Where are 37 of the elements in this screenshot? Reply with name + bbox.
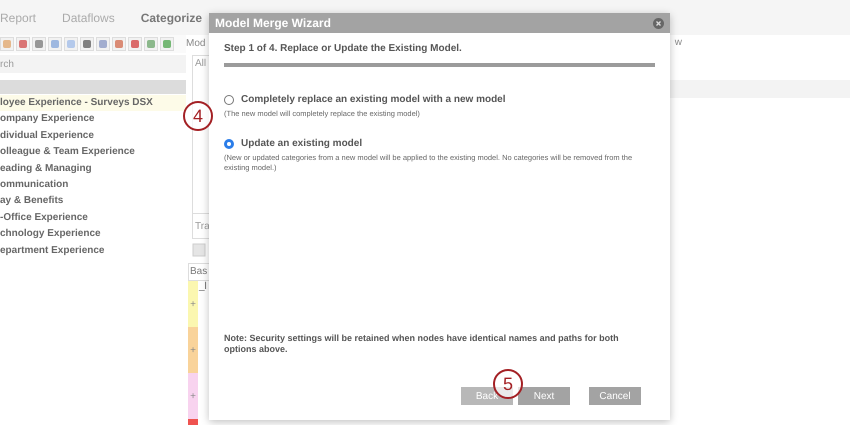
save-icon[interactable] [192,243,206,257]
tree-item[interactable]: chnology Experience [0,226,186,243]
toolbar-icon[interactable] [48,37,62,51]
tree-item[interactable]: ommunication [0,177,186,194]
nav-tab[interactable]: Categorize [140,8,202,26]
tree-item[interactable]: olleague & Team Experience [0,144,186,161]
step-title: Step 1 of 4. Replace or Update the Existing Model. [224,42,463,56]
option-label[interactable]: Update an existing model [241,136,362,151]
toolbar-icon[interactable] [64,37,78,51]
tree-item[interactable]: eading & Managing [0,160,186,178]
tree-item[interactable]: ay & Benefits [0,193,186,210]
step-callout: 4 [183,101,213,131]
column-label: w [674,36,682,50]
toolbar-icon[interactable] [32,37,46,51]
toolbar-icon[interactable] [80,37,94,51]
toolbar-icon[interactable] [112,37,126,51]
row-text: _l [199,281,207,293]
toolbar-icon[interactable] [128,37,142,51]
radio-button[interactable] [224,94,234,104]
tree-item[interactable]: dividual Experience [0,128,186,144]
toolbar-icon[interactable] [144,37,158,51]
tree-item[interactable]: epartment Experience [0,242,186,260]
add-mark[interactable]: + [190,296,196,312]
tree-item[interactable]: ompany Experience [0,111,186,128]
toolbar-icon[interactable] [96,37,110,51]
toolbar-icon[interactable] [0,37,14,51]
toolbar-icon[interactable] [16,37,30,51]
option-label[interactable]: Completely replace an existing model with a new model [241,92,506,107]
search-field[interactable]: rch [0,56,186,72]
tree-item[interactable]: -Office Experience [0,210,186,226]
close-icon[interactable] [653,18,664,28]
model-label: Mod [186,37,206,51]
tree-item[interactable]: loyee Experience - Surveys DSX [0,95,186,112]
note-text: Note: Security settings will be retained when nodes have identical names and paths for both options above. [224,333,620,355]
toolbar-icon[interactable] [160,37,174,51]
dialog-title: Model Merge Wizard [215,15,331,32]
radio-button[interactable] [224,138,234,148]
